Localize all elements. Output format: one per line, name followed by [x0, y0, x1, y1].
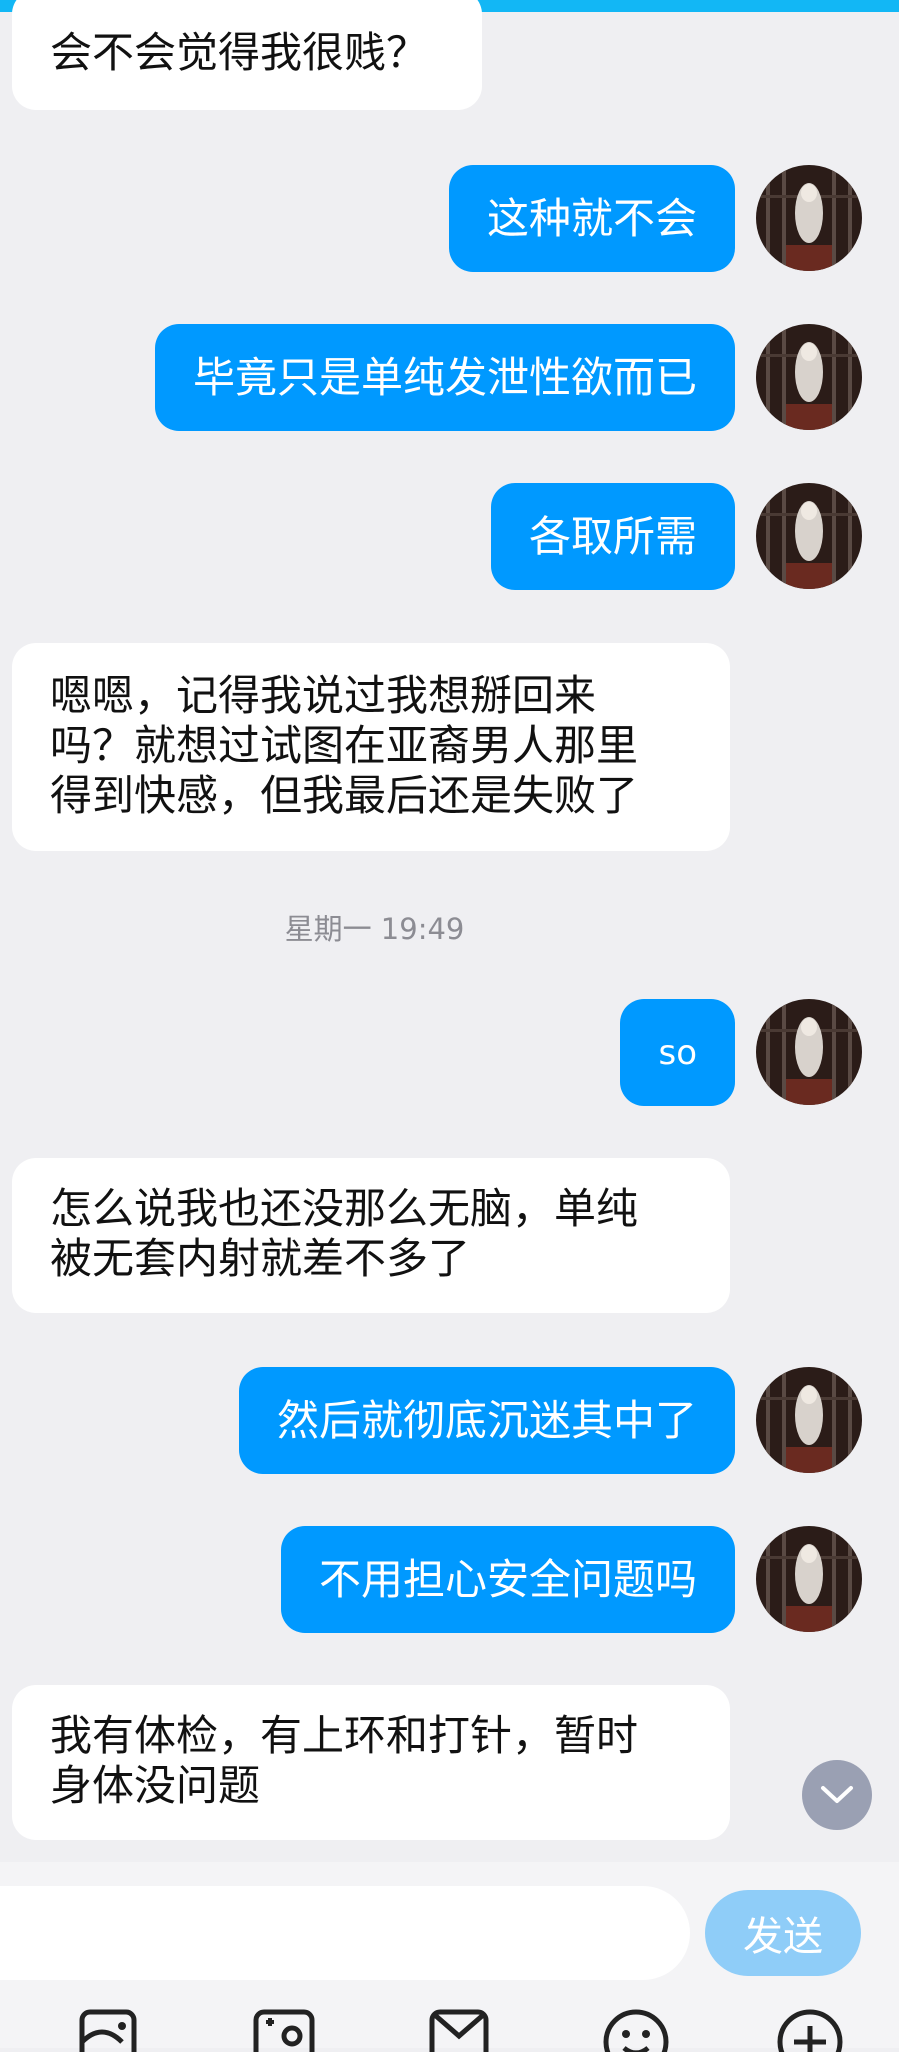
message-bubble-incoming[interactable]: 我有体检，有上环和打针，暂时 身体没问题 [12, 1685, 730, 1840]
user-avatar[interactable] [756, 165, 862, 271]
scroll-to-bottom-button[interactable] [802, 1760, 872, 1830]
message-bubble-outgoing[interactable]: 各取所需 [490, 483, 735, 590]
user-avatar[interactable] [756, 483, 862, 589]
message-timestamp: 星期一 19:49 [284, 912, 465, 946]
message-bubble-incoming[interactable]: 怎么说我也还没那么无脑，单纯 被无套内射就差不多了 [12, 1158, 730, 1313]
message-bubble-outgoing[interactable]: so [620, 999, 735, 1106]
user-avatar[interactable] [756, 1367, 862, 1473]
user-avatar[interactable] [756, 1526, 862, 1632]
message-bubble-outgoing[interactable]: 不用担心安全问题吗 [280, 1526, 735, 1633]
image-icon[interactable] [246, 2002, 326, 2052]
chevron-down-icon [821, 1786, 853, 1803]
emoji-icon[interactable] [596, 2002, 676, 2052]
message-bubble-outgoing[interactable]: 这种就不会 [448, 165, 735, 272]
camera-icon[interactable] [420, 2002, 500, 2052]
plus-icon[interactable] [770, 2002, 850, 2052]
message-bubble-outgoing[interactable]: 毕竟只是单纯发泄性欲而已 [154, 324, 735, 431]
voice-icon[interactable] [72, 2002, 152, 2052]
user-avatar[interactable] [756, 999, 862, 1105]
input-bar: 发送 [0, 1862, 899, 2052]
message-bubble-incoming[interactable]: 会不会觉得我很贱？ [12, 0, 482, 110]
message-bubble-outgoing[interactable]: 然后就彻底沉迷其中了 [238, 1367, 735, 1474]
send-button[interactable]: 发送 [705, 1890, 861, 1976]
user-avatar[interactable] [756, 324, 862, 430]
message-input[interactable] [0, 1886, 690, 1980]
message-bubble-incoming[interactable]: 嗯嗯，记得我说过我想掰回来 吗？就想过试图在亚裔男人那里 得到快感，但我最后还是… [12, 643, 730, 851]
